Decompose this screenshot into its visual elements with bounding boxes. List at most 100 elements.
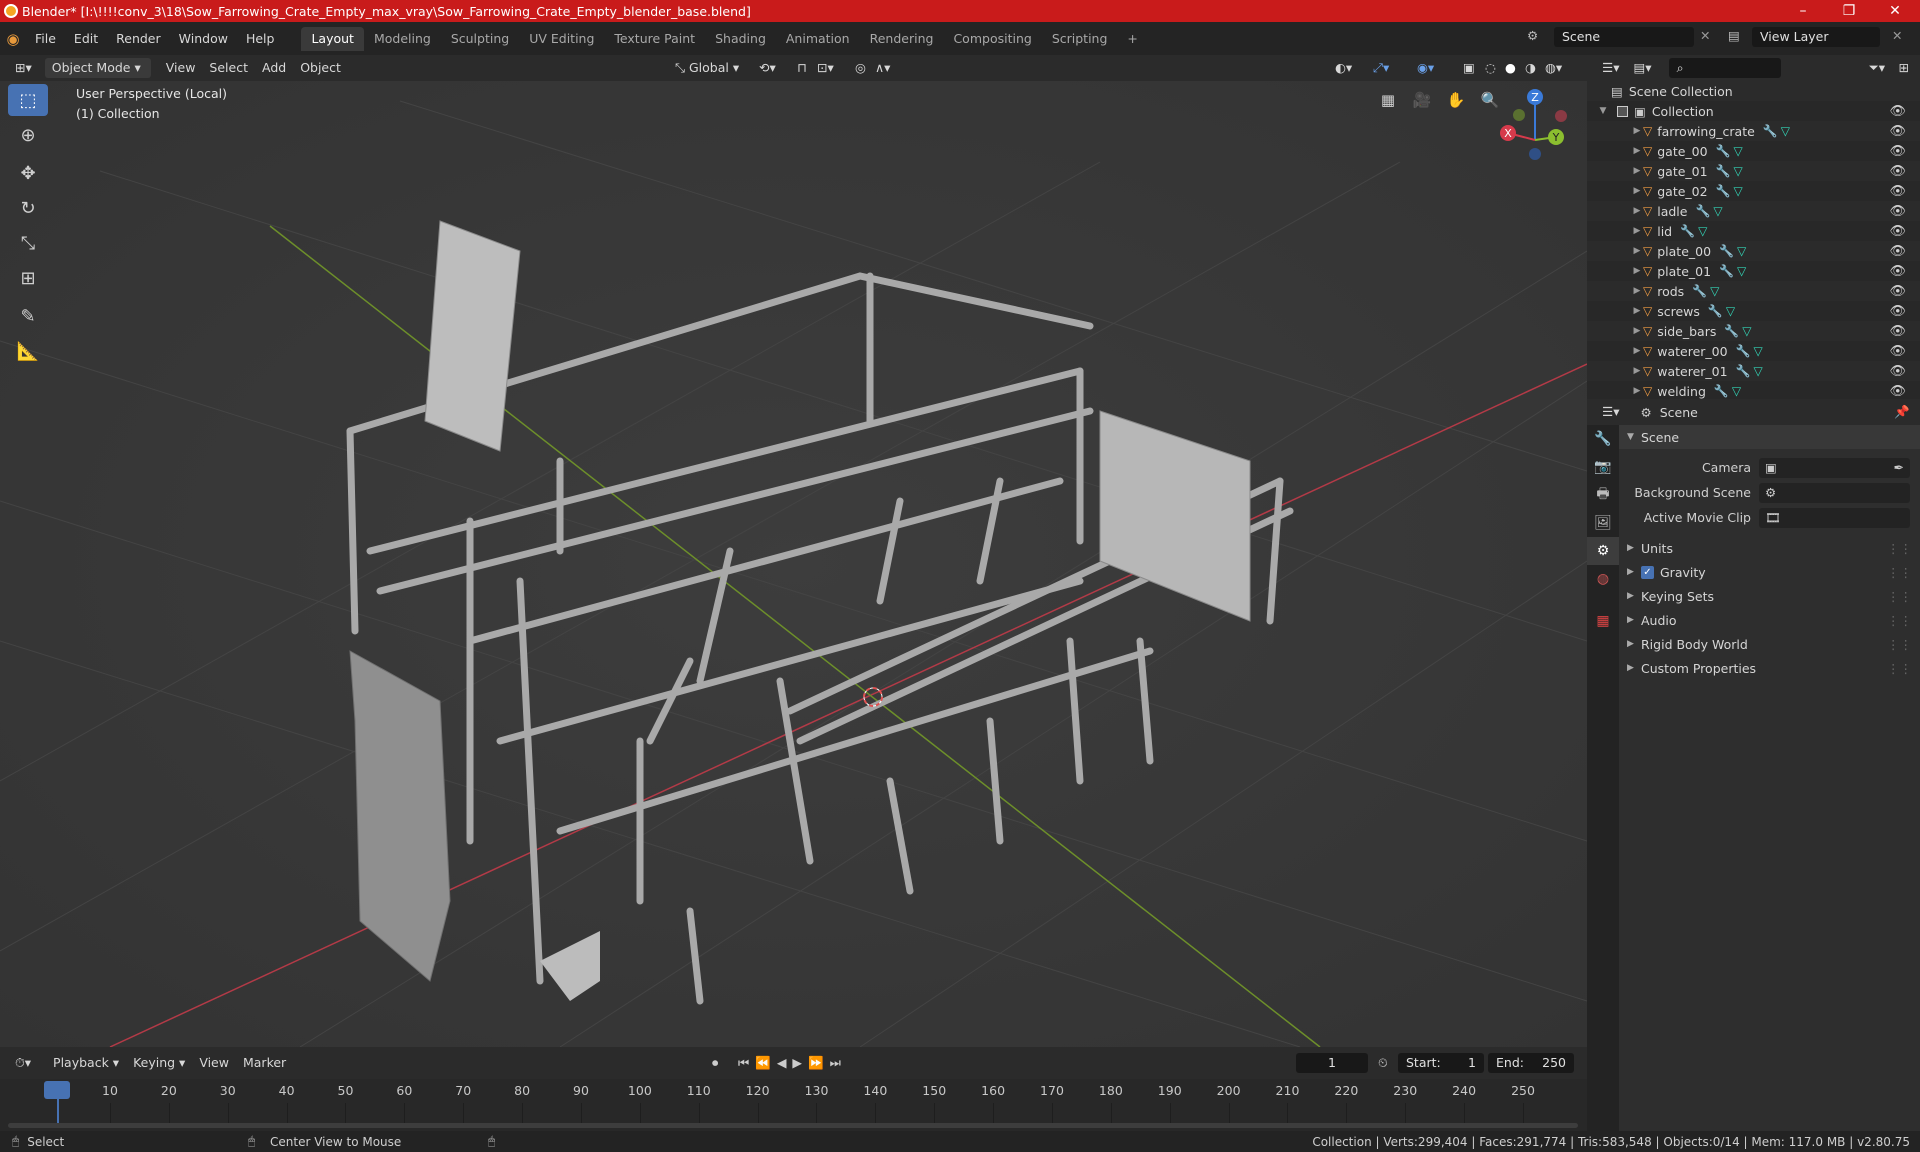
modifier-icon[interactable]: 🔧	[1724, 324, 1739, 338]
eye-icon[interactable]: 👁	[1889, 384, 1906, 399]
transform-tool[interactable]: ⊞	[8, 262, 48, 294]
menu-marker[interactable]: Marker	[236, 1053, 293, 1073]
camera-view-icon[interactable]: 🎥	[1408, 86, 1436, 114]
visibility-icon[interactable]: ◐▾	[1328, 58, 1359, 78]
mesh-data-icon[interactable]: ▽	[1734, 184, 1743, 198]
eye-icon[interactable]: 👁	[1889, 244, 1906, 259]
mesh-data-icon[interactable]: ▽	[1732, 384, 1741, 398]
start-frame-field[interactable]: Start: 1	[1398, 1053, 1484, 1073]
stopwatch-icon[interactable]: ⏲	[1378, 1055, 1388, 1071]
object-mode-dropdown[interactable]: Object Mode ▾	[44, 58, 151, 78]
expand-arrow-icon[interactable]: ▶	[1631, 226, 1643, 236]
mesh-data-icon[interactable]: ▽	[1710, 284, 1719, 298]
mesh-data-icon[interactable]: ▽	[1754, 344, 1763, 358]
eye-icon[interactable]: 👁	[1889, 224, 1906, 239]
pan-hand-icon[interactable]: ✋	[1442, 86, 1470, 114]
pivot-point-icon[interactable]: ⟲▾	[752, 58, 783, 78]
current-frame-field[interactable]: 1	[1296, 1053, 1368, 1073]
expand-arrow-icon[interactable]: ▶	[1631, 206, 1643, 216]
panel-rigid-body-world[interactable]: ▶ Rigid Body World ⋮⋮	[1619, 632, 1920, 656]
menu-select[interactable]: Select	[202, 58, 255, 78]
tab-texture-paint[interactable]: Texture Paint	[604, 27, 705, 51]
measure-tool[interactable]: 📐	[8, 335, 48, 367]
scale-tool[interactable]: ⤡	[8, 227, 48, 259]
outliner-item[interactable]: ▶ ▽ plate_01 🔧 ▽ 👁	[1587, 261, 1920, 281]
modifier-icon[interactable]: 🔧	[1695, 204, 1710, 218]
timeline[interactable]: 10 20 30 40 50 60 70 80 90 100 110 120 130 140 150 160 1…	[0, 1079, 1587, 1131]
cursor-tool[interactable]: ⊕	[8, 119, 48, 151]
eye-icon[interactable]: 👁	[1889, 104, 1906, 119]
expand-arrow-icon[interactable]: ▶	[1631, 386, 1643, 396]
modifier-icon[interactable]: 🔧	[1708, 304, 1723, 318]
minimize-button[interactable]: –	[1780, 0, 1826, 22]
maximize-button[interactable]: ❐	[1826, 0, 1872, 22]
scene-close-icon[interactable]: ✕	[1700, 28, 1710, 43]
expand-arrow-icon[interactable]: ▶	[1631, 126, 1643, 136]
eye-icon[interactable]: 👁	[1889, 304, 1906, 319]
tab-compositing[interactable]: Compositing	[943, 27, 1041, 51]
tab-sculpting[interactable]: Sculpting	[441, 27, 519, 51]
menu-file[interactable]: File	[26, 27, 65, 51]
modifier-icon[interactable]: 🔧	[1736, 364, 1751, 378]
outliner-item[interactable]: ▶ ▽ screws 🔧 ▽ 👁	[1587, 301, 1920, 321]
scene-tab-icon[interactable]: ⚙	[1587, 537, 1619, 565]
grid-view-icon[interactable]: ▦	[1374, 86, 1402, 114]
playback-controls[interactable]: ⏮⏪◀▶⏩⏭	[738, 1055, 847, 1071]
eye-icon[interactable]: 👁	[1889, 344, 1906, 359]
modifier-icon[interactable]: 🔧	[1719, 244, 1734, 258]
eye-icon[interactable]: 👁	[1889, 284, 1906, 299]
move-tool[interactable]: ✥	[8, 157, 48, 189]
drag-handle-icon[interactable]: ⋮⋮	[1887, 565, 1912, 580]
panel-units[interactable]: ▶ Units ⋮⋮	[1619, 536, 1920, 560]
tab-modeling[interactable]: Modeling	[364, 27, 441, 51]
gizmo-toggle-icon[interactable]: ⤢▾	[1366, 58, 1396, 78]
timeline-editor-type-icon[interactable]: ⏱▾	[8, 1053, 38, 1073]
expand-arrow-icon[interactable]: ▶	[1631, 146, 1643, 156]
add-workspace-button[interactable]: +	[1117, 27, 1147, 51]
mesh-data-icon[interactable]: ▽	[1742, 324, 1751, 338]
modifier-icon[interactable]: 🔧	[1692, 284, 1707, 298]
view-layer-selector[interactable]: View Layer	[1752, 27, 1880, 47]
tab-shading[interactable]: Shading	[705, 27, 776, 51]
transform-orientation-dropdown[interactable]: ⤡ Global ▾	[668, 58, 746, 78]
expand-arrow-icon[interactable]: ▶	[1631, 326, 1643, 336]
scene-selector[interactable]: Scene	[1554, 27, 1694, 47]
panel-gravity[interactable]: ▶ ✓ Gravity ⋮⋮	[1619, 560, 1920, 584]
eye-icon[interactable]: 👁	[1889, 264, 1906, 279]
eye-icon[interactable]: 👁	[1889, 144, 1906, 159]
falloff-icon[interactable]: ∧▾	[868, 58, 897, 78]
rotate-tool[interactable]: ↻	[8, 192, 48, 224]
modifier-icon[interactable]: 🔧	[1736, 344, 1751, 358]
3d-viewport[interactable]: Z X Y	[0, 81, 1587, 1047]
panel-keying-sets[interactable]: ▶ Keying Sets ⋮⋮	[1619, 584, 1920, 608]
menu-view[interactable]: View	[159, 58, 203, 78]
menu-help[interactable]: Help	[237, 27, 284, 51]
modifier-icon[interactable]: 🔧	[1680, 224, 1695, 238]
mesh-data-icon[interactable]: ▽	[1737, 264, 1746, 278]
eye-icon[interactable]: 👁	[1889, 184, 1906, 199]
outliner-item[interactable]: ▶ ▽ side_bars 🔧 ▽ 👁	[1587, 321, 1920, 341]
menu-render[interactable]: Render	[107, 27, 170, 51]
record-button[interactable]: ⏺	[712, 1055, 718, 1071]
camera-field[interactable]: ▣ ✒	[1759, 457, 1910, 478]
outliner-item[interactable]: ▶ ▽ farrowing_crate 🔧 ▽ 👁	[1587, 121, 1920, 141]
tab-scripting[interactable]: Scripting	[1042, 27, 1118, 51]
scene-collection-row[interactable]: ▤ Scene Collection	[1587, 81, 1920, 101]
annotate-tool[interactable]: ✎	[8, 300, 48, 332]
drag-handle-icon[interactable]: ⋮⋮	[1887, 637, 1912, 652]
mesh-data-icon[interactable]: ▽	[1781, 124, 1790, 138]
tab-animation[interactable]: Animation	[776, 27, 860, 51]
shading-rendered-icon[interactable]: ◍▾	[1538, 58, 1569, 78]
modifier-icon[interactable]: 🔧	[1763, 124, 1778, 138]
tab-rendering[interactable]: Rendering	[860, 27, 944, 51]
eye-icon[interactable]: 👁	[1889, 364, 1906, 379]
modifier-icon[interactable]: 🔧	[1716, 164, 1731, 178]
mesh-data-icon[interactable]: ▽	[1734, 164, 1743, 178]
outliner-editor-type-icon[interactable]: ☰▾	[1595, 58, 1626, 78]
properties-editor-type-icon[interactable]: ☰▾	[1595, 402, 1626, 422]
close-button[interactable]: ✕	[1872, 0, 1918, 22]
view-layer-tab-icon[interactable]: 🖼	[1587, 509, 1619, 537]
menu-object[interactable]: Object	[293, 58, 348, 78]
menu-edit[interactable]: Edit	[65, 27, 107, 51]
outliner-item[interactable]: ▶ ▽ gate_00 🔧 ▽ 👁	[1587, 141, 1920, 161]
